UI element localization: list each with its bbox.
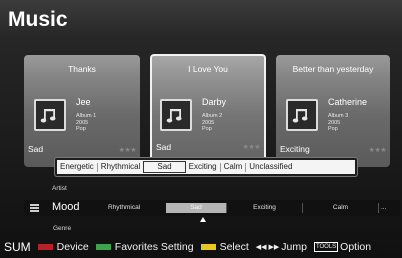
jump-button[interactable]: Jump (281, 241, 307, 253)
yellow-button-icon (200, 244, 216, 250)
album-name: Album 3 (328, 113, 349, 119)
track-title: Better than yesterday (292, 64, 374, 74)
sort-columns: Rhythmical Sad Exciting Calm ... (106, 203, 394, 213)
track-mood: Exciting (280, 144, 310, 154)
sort-column-exciting[interactable]: Exciting (226, 203, 302, 213)
track-title: I Love You (188, 64, 228, 74)
mood-option-energetic[interactable]: Energetic (57, 161, 97, 173)
sort-current-mood[interactable]: Mood (52, 201, 80, 213)
track-mood: Sad (28, 144, 44, 154)
sort-column-rhythmical[interactable]: Rhythmical (106, 203, 166, 213)
mood-option-unclassified[interactable]: Unclassified (246, 161, 295, 173)
track-card-better-than-yesterday[interactable]: Better than yesterday Catherine Album 3 … (276, 55, 390, 167)
rating-stars: ★★★ (242, 144, 261, 151)
green-button-icon (95, 244, 111, 250)
mood-option-sad[interactable]: Sad (143, 161, 186, 173)
sort-bar: Mood Rhythmical Sad Exciting Calm ... (24, 200, 400, 216)
album-name: Album 2 (202, 113, 223, 119)
page-title: Music (8, 8, 68, 31)
track-title: Thanks (68, 64, 96, 74)
track-meta: Album 2 2005 Pop (202, 113, 222, 133)
track-card-thanks[interactable]: Thanks Jee Album 1 2005 Pop Sad ★★★ (24, 55, 140, 167)
sort-option-genre[interactable]: Genre (53, 225, 71, 232)
artist-name: Darby (202, 97, 227, 107)
tools-icon: TOOLS (313, 242, 339, 252)
jump-arrows-icon: ◀◀ ▶▶ (255, 244, 280, 251)
sort-column-calm[interactable]: Calm (302, 203, 378, 213)
sum-label: SUM (4, 240, 31, 254)
rating-stars: ★★★ (368, 147, 387, 154)
mood-popup: Energetic Rhythmical Sad Exciting Calm U… (55, 158, 357, 176)
sort-column-more[interactable]: ... (378, 203, 392, 213)
track-card-i-love-you[interactable]: I Love You Darby Album 2 2005 Pop Sad ★★… (150, 54, 266, 166)
mood-option-exciting[interactable]: Exciting (186, 161, 220, 173)
select-button[interactable]: Select (220, 241, 249, 253)
album-art (286, 99, 318, 131)
track-meta: Album 1 2005 Pop (76, 113, 96, 133)
track-mood: Sad (156, 142, 172, 152)
red-button-icon (37, 244, 53, 250)
album-art (34, 99, 66, 131)
music-note-icon (292, 109, 308, 123)
album-art (160, 99, 192, 131)
artist-name: Catherine (328, 97, 368, 107)
track-genre: Pop (76, 126, 86, 132)
sort-option-artist[interactable]: Artist (52, 185, 67, 192)
album-name: Album 1 (76, 113, 97, 119)
bottom-help-bar: SUM Device Favorites Setting Select ◀◀ ▶… (0, 236, 402, 258)
music-screen: Music Thanks Jee Album 1 2005 Pop Sad ★★… (0, 0, 402, 258)
track-meta: Album 3 2005 Pop (328, 113, 348, 133)
track-genre: Pop (328, 126, 338, 132)
favorites-setting-button[interactable]: Favorites Setting (115, 241, 194, 253)
music-note-icon (40, 109, 56, 123)
music-note-icon (166, 109, 182, 123)
mood-option-calm[interactable]: Calm (221, 161, 246, 173)
track-genre: Pop (202, 126, 212, 132)
device-button[interactable]: Device (57, 241, 89, 253)
menu-lines-icon (30, 204, 39, 212)
caret-up-icon (200, 217, 206, 222)
artist-name: Jee (76, 97, 91, 107)
rating-stars: ★★★ (118, 147, 137, 154)
option-button[interactable]: Option (340, 241, 371, 253)
mood-option-rhythmical[interactable]: Rhythmical (98, 161, 144, 173)
sort-column-sad[interactable]: Sad (166, 203, 226, 213)
